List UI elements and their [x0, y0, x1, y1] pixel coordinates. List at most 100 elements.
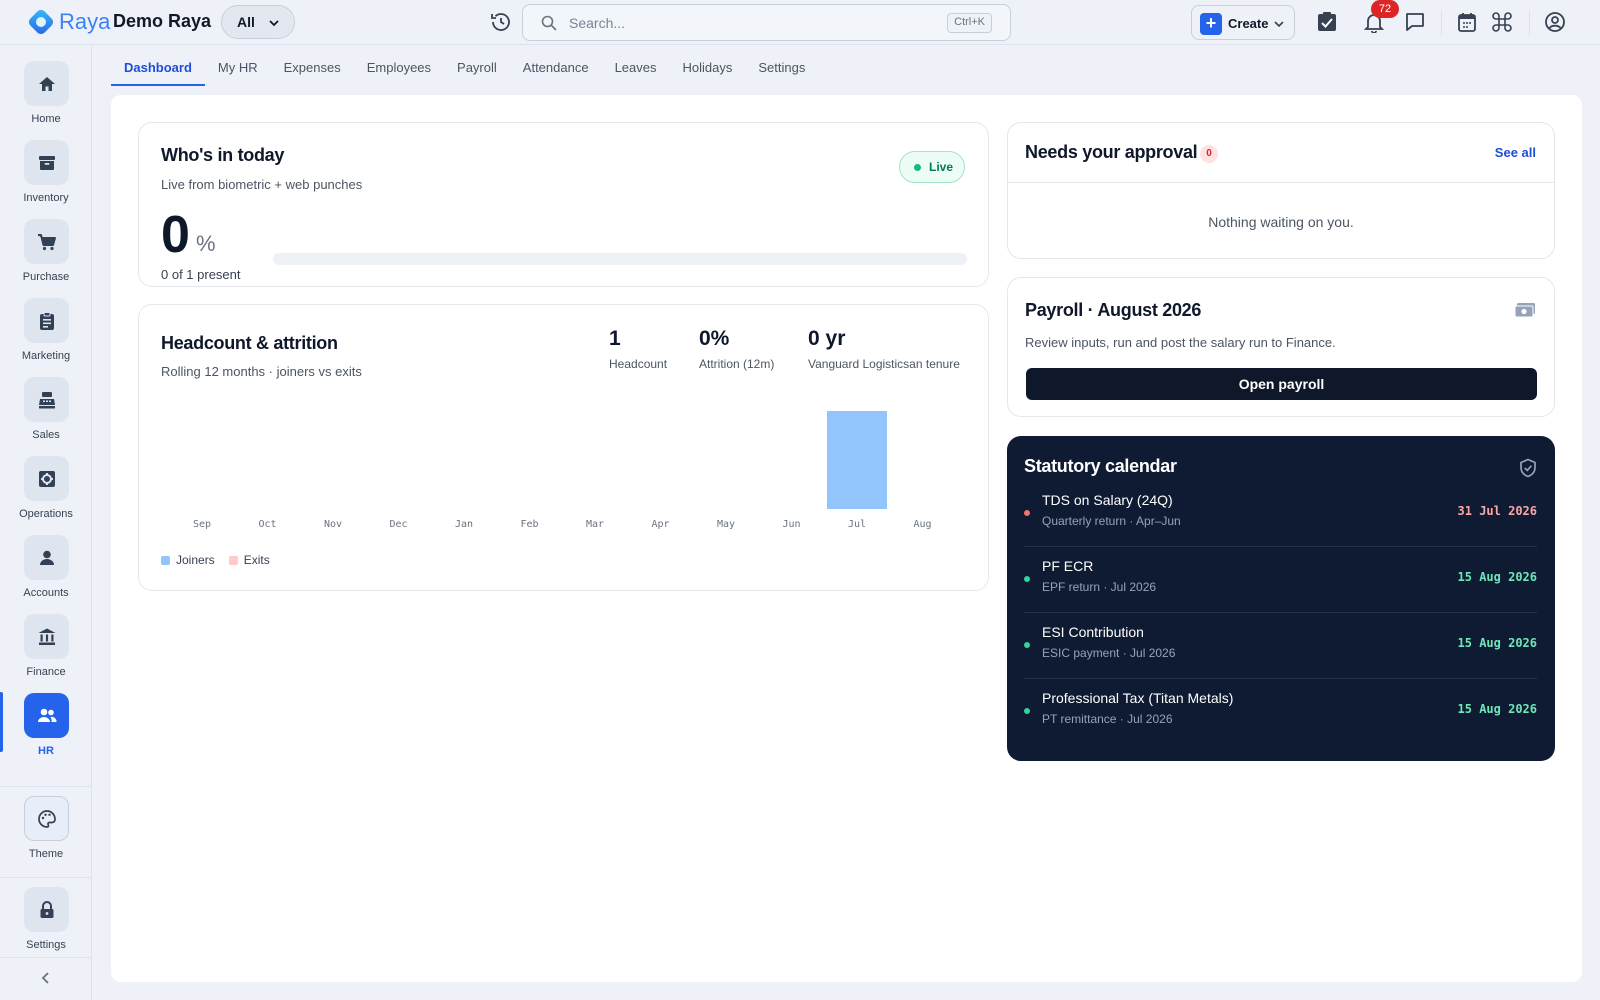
x-tick-label: Mar [586, 519, 604, 530]
legend-swatch [228, 555, 238, 565]
headcount-subtitle: Rolling 12 months · joiners vs exits [161, 364, 362, 379]
sidebar-item-label: Inventory [23, 192, 69, 204]
tab-holidays[interactable]: Holidays [669, 50, 745, 86]
chevron-down-icon [1274, 21, 1284, 28]
statutory-item[interactable]: TDS on Salary (24Q) Quarterly return · Ap… [1024, 482, 1537, 547]
sidebar-item-home[interactable]: Home [0, 61, 92, 137]
stat-tenure-label: Vanguard Logisticsan tenure [808, 357, 960, 371]
home-icon [38, 76, 55, 91]
x-tick-label: Aug [913, 519, 931, 530]
sidebar-item-label: Accounts [23, 587, 69, 599]
live-badge: Live [899, 151, 965, 183]
sidebar-tile [24, 219, 69, 264]
user-account-icon[interactable] [1544, 11, 1566, 33]
tab-dashboard[interactable]: Dashboard [111, 50, 205, 86]
chevron-left-icon[interactable] [38, 970, 54, 986]
cash-register-icon [38, 391, 55, 408]
sidebar-item-theme[interactable]: Theme [0, 796, 92, 872]
search-box[interactable]: Ctrl+K [522, 4, 1011, 41]
clipboard-icon [39, 311, 54, 330]
legend-label: Joiners [176, 553, 215, 567]
sidebar-item-sales[interactable]: Sales [0, 377, 92, 453]
stat-headcount-value: 1 [609, 327, 621, 350]
cart-icon [37, 233, 56, 250]
tab-my-hr[interactable]: My HR [205, 50, 271, 86]
task-check-icon[interactable] [1316, 11, 1338, 33]
stat-headcount-label: Headcount [609, 357, 668, 371]
approval-empty-message: Nothing waiting on you. [1208, 214, 1354, 230]
divider [1024, 612, 1537, 613]
sidebar-item-hr[interactable]: HR [0, 692, 92, 769]
sidebar-item-inventory[interactable]: Inventory [0, 140, 92, 216]
legend-item-joiners: Joiners [161, 553, 215, 567]
stat-tenure-value: 0 yr [808, 327, 846, 350]
raya-logo-icon[interactable] [26, 7, 56, 37]
money-icon [1514, 303, 1535, 318]
cog-icon [38, 470, 55, 487]
sidebar: Home Inventory Purchase Marketing Sales … [0, 46, 92, 1000]
history-icon[interactable] [489, 10, 513, 34]
open-payroll-button[interactable]: Open payroll [1026, 368, 1537, 400]
sidebar-item-accounts[interactable]: Accounts [0, 535, 92, 611]
live-dot-icon [914, 163, 921, 171]
tab-settings[interactable]: Settings [745, 50, 818, 86]
notification-count-badge: 72 [1371, 0, 1399, 18]
payroll-description: Review inputs, run and post the salary r… [1025, 335, 1336, 350]
sidebar-item-operations[interactable]: Operations [0, 456, 92, 532]
x-tick-label: Sep [193, 519, 211, 530]
chevron-down-icon [269, 20, 279, 27]
shield-check-icon [1520, 458, 1536, 478]
status-dot-icon [1024, 708, 1030, 714]
search-shortcut: Ctrl+K [947, 13, 992, 33]
statutory-item[interactable]: ESI Contribution ESIC payment · Jul 2026 1… [1024, 614, 1537, 679]
sidebar-tile [24, 140, 69, 185]
x-tick-label: Oct [258, 519, 276, 530]
approval-card: Needs your approval 0 See all Nothing wa… [1007, 122, 1555, 259]
scope-select-value: All [237, 14, 255, 30]
tab-attendance[interactable]: Attendance [510, 50, 602, 86]
chat-icon[interactable] [1404, 11, 1426, 33]
divider [0, 877, 92, 878]
stat-attrition-value: 0% [699, 327, 730, 350]
x-tick-label: Jul [848, 519, 866, 530]
statutory-item-due-date: 15 Aug 2026 [1457, 636, 1537, 650]
sidebar-item-label: HR [38, 745, 54, 757]
headcount-bar-chart: Sep Oct Nov Dec Jan Feb Mar Apr May Jun Jul Aug [193, 411, 932, 530]
present-percent: 0 [161, 206, 190, 264]
sidebar-item-finance[interactable]: Finance [0, 614, 92, 690]
search-input[interactable] [569, 13, 869, 33]
present-count: 0 of 1 present [161, 267, 241, 282]
sidebar-item-settings[interactable]: Settings [0, 887, 92, 963]
status-dot-icon [1024, 642, 1030, 648]
tab-employees[interactable]: Employees [354, 50, 444, 86]
x-tick-label: Jun [782, 519, 800, 530]
sidebar-item-marketing[interactable]: Marketing [0, 298, 92, 374]
x-tick-label: Apr [651, 519, 669, 530]
create-button[interactable]: + Create [1191, 5, 1295, 40]
user-icon [39, 550, 54, 565]
command-icon[interactable] [1491, 11, 1513, 33]
x-tick-label: Dec [389, 519, 407, 530]
scope-select[interactable]: All [221, 5, 295, 39]
statutory-item[interactable]: Professional Tax (Titan Metals) PT remitt… [1024, 680, 1537, 745]
tab-payroll[interactable]: Payroll [444, 50, 510, 86]
divider [0, 786, 92, 787]
sidebar-tile [24, 61, 69, 106]
tab-leaves[interactable]: Leaves [602, 50, 670, 86]
hr-tabs: Dashboard My HR Expenses Employees Payro… [111, 50, 818, 86]
top-bar: Raya Demo Raya All Ctrl+K + Create 72 [0, 0, 1600, 45]
divider [1008, 182, 1554, 183]
calendar-icon[interactable] [1456, 11, 1478, 33]
sidebar-item-label: Home [31, 113, 61, 125]
sidebar-item-purchase[interactable]: Purchase [0, 219, 92, 295]
statutory-item-due-date: 15 Aug 2026 [1457, 702, 1537, 716]
search-icon [541, 15, 557, 31]
sidebar-item-label: Theme [28, 848, 64, 860]
attendance-progress-bar [273, 253, 967, 265]
see-all-link[interactable]: See all [1495, 145, 1536, 160]
tab-expenses[interactable]: Expenses [271, 50, 354, 86]
sidebar-tile [24, 693, 69, 738]
statutory-item-name: Professional Tax (Titan Metals) [1042, 690, 1234, 706]
statutory-item[interactable]: PF ECR EPF return · Jul 2026 15 Aug 2026 [1024, 548, 1537, 613]
sidebar-item-label: Finance [26, 666, 66, 678]
